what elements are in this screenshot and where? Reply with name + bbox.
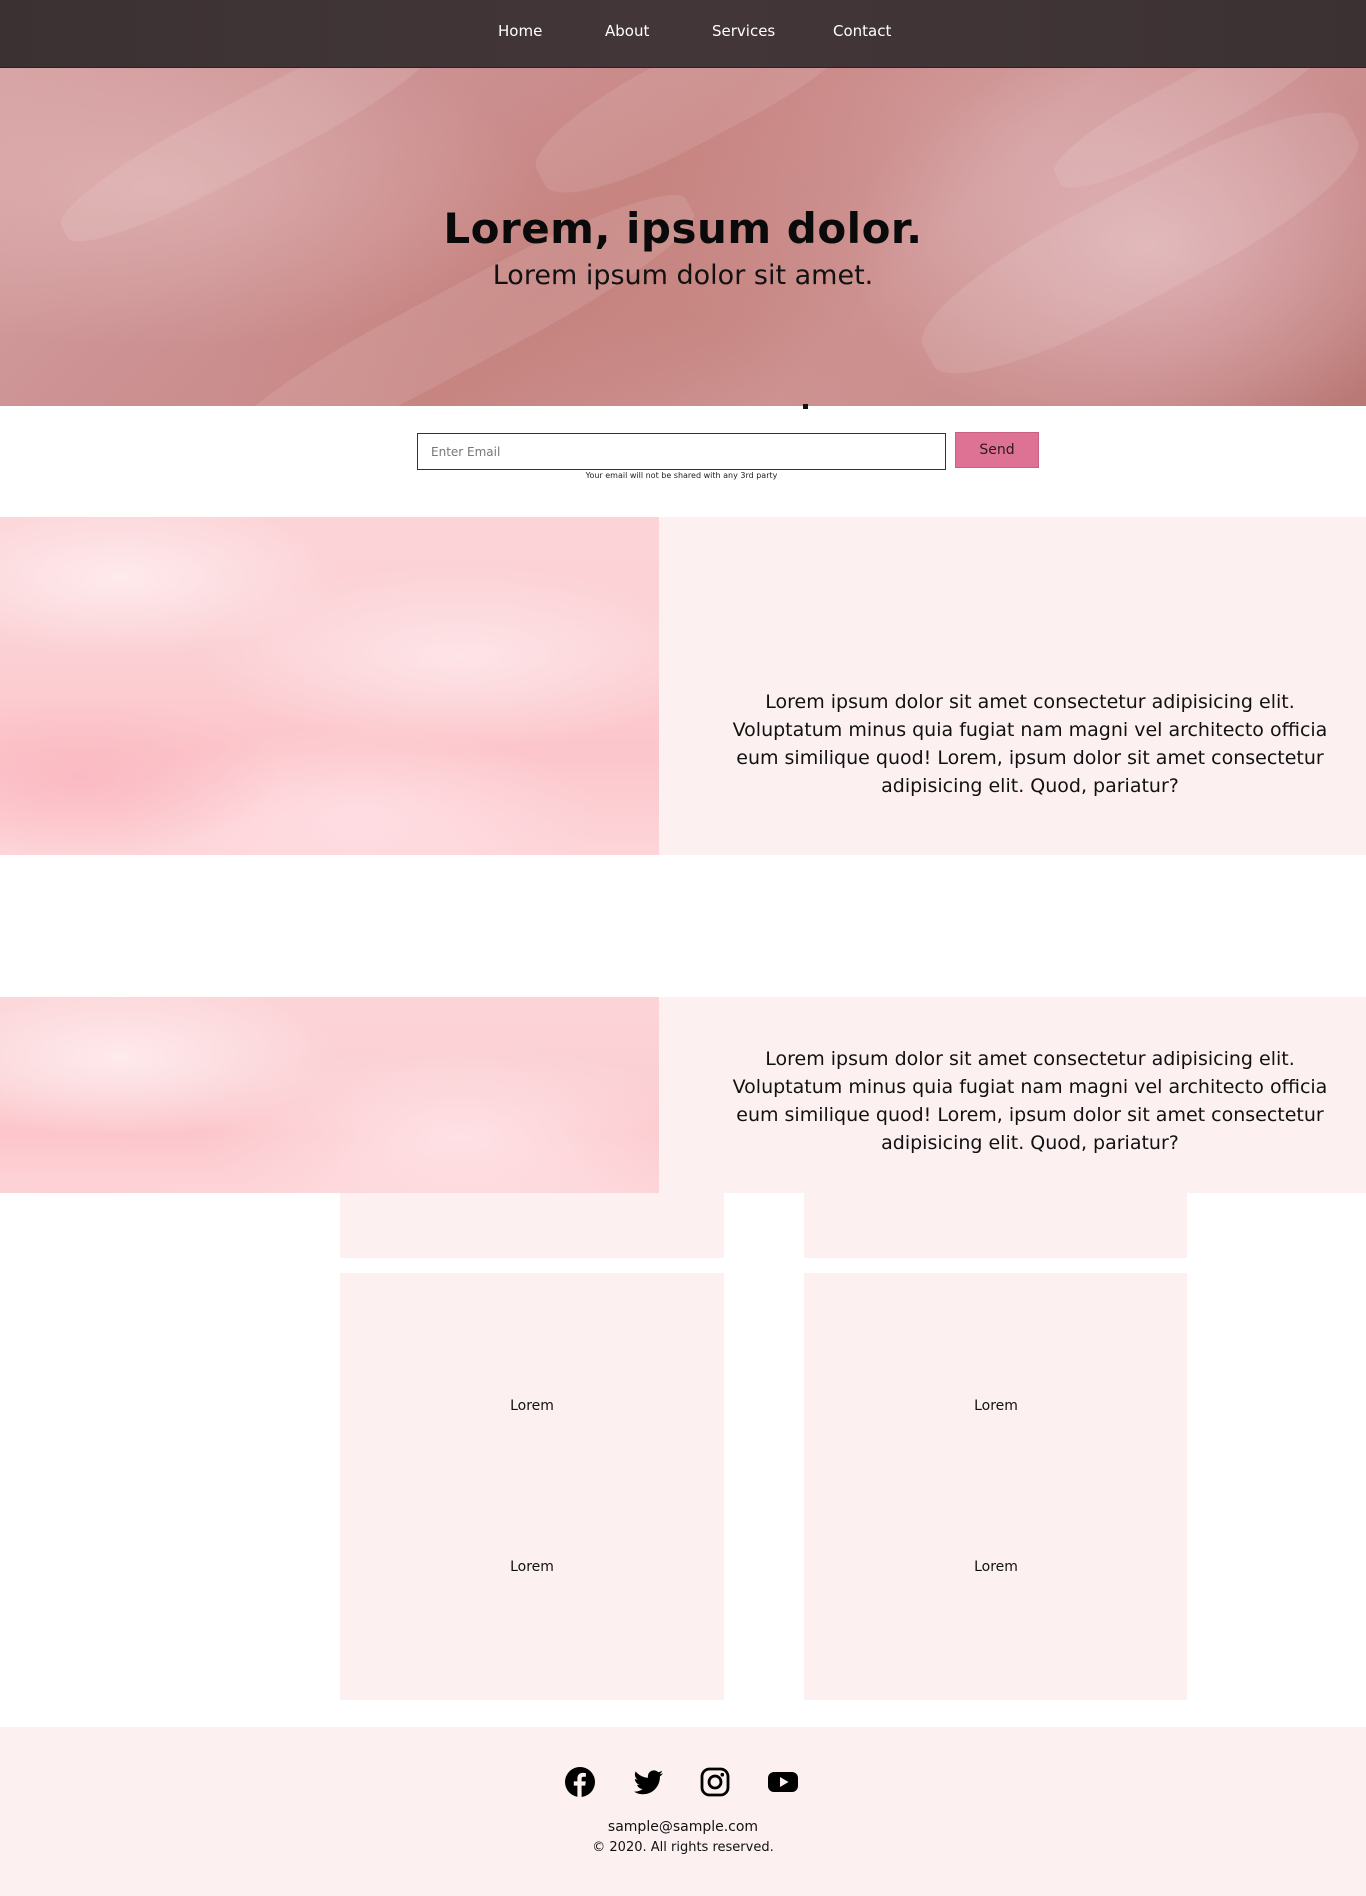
youtube-icon[interactable] [766, 1766, 800, 1798]
card-label: Lorem [510, 1398, 554, 1414]
hero-subtitle: Lorem ipsum dolor sit amet. [492, 260, 874, 291]
footer-copyright: © 2020. All rights reserved. [592, 1840, 774, 1855]
card-label: Lorem [510, 1559, 554, 1575]
instagram-icon[interactable] [698, 1766, 732, 1798]
twitter-icon[interactable] [631, 1766, 665, 1798]
feature-text: Lorem ipsum dolor sit amet consectetur a… [732, 691, 1328, 797]
nav-link-services[interactable]: Services [712, 22, 775, 40]
feature-panel [659, 517, 1366, 855]
clipped-heading-fragment [803, 404, 808, 409]
card-top-left [340, 1193, 724, 1258]
send-button[interactable]: Send [955, 432, 1039, 468]
top-nav: Home About Services Contact [0, 0, 1366, 68]
hero-texture [519, 68, 881, 218]
footer-email: sample@sample.com [607, 1819, 759, 1835]
email-input[interactable] [417, 433, 946, 470]
nav-link-about[interactable]: About [605, 22, 649, 40]
card-label: Lorem [974, 1559, 1018, 1575]
feature-image-clouds [0, 997, 659, 1193]
facebook-icon[interactable] [563, 1766, 597, 1798]
feature-image-clouds [0, 517, 659, 855]
card-left [340, 1273, 724, 1700]
feature-text: Lorem ipsum dolor sit amet consectetur a… [732, 1048, 1328, 1154]
card-label: Lorem [974, 1398, 1018, 1414]
email-privacy-note: Your email will not be shared with any 3… [585, 471, 778, 480]
footer [0, 1727, 1366, 1896]
card-right [804, 1273, 1187, 1700]
card-top-right [804, 1193, 1187, 1258]
nav-link-contact[interactable]: Contact [833, 22, 891, 40]
hero-title: Lorem, ipsum dolor. [443, 204, 923, 253]
nav-link-home[interactable]: Home [498, 22, 542, 40]
